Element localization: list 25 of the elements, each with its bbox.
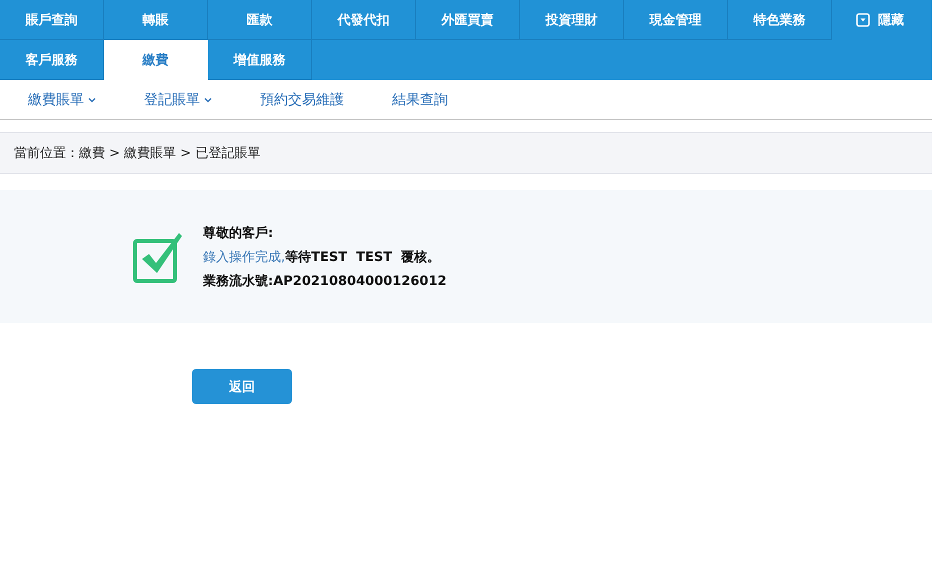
serial-number-text: 業務流水號:AP20210804000126012 — [203, 272, 447, 290]
back-button[interactable]: 返回 — [192, 369, 292, 404]
dropdown-icon — [856, 13, 870, 27]
status-text: 錄入操作完成, — [203, 248, 286, 266]
breadcrumb: 當前位置：繳費 > 繳費賬單 > 已登記賬單 — [14, 145, 260, 162]
nav-tab[interactable]: 繳費 — [104, 40, 208, 80]
nav-tab[interactable]: 外匯買賣 — [416, 0, 520, 40]
nav-tab[interactable]: 客戶服務 — [0, 40, 104, 80]
chevron-down-icon — [204, 96, 212, 102]
nav-tab[interactable]: 投資理財 — [520, 0, 624, 40]
nav-tab[interactable]: 特色業務 — [728, 0, 832, 40]
chevron-down-icon — [88, 96, 96, 102]
greeting-text: 尊敬的客戶: — [203, 224, 274, 242]
nav-tab[interactable]: 賬戶查詢 — [0, 0, 104, 40]
review-text: 等待TEST TEST 覆核。 — [285, 248, 440, 266]
sub-nav-item[interactable]: 繳費賬單 — [28, 90, 96, 108]
sub-nav-item[interactable]: 預約交易維護 — [260, 90, 344, 108]
nav-tab[interactable]: 匯款 — [208, 0, 312, 40]
nav-tab[interactable]: 代發代扣 — [312, 0, 416, 40]
nav-tab[interactable]: 現金管理 — [624, 0, 728, 40]
nav-tab[interactable]: 轉賬 — [104, 0, 208, 40]
nav-tab[interactable]: 增值服務 — [208, 40, 312, 80]
sub-nav-item[interactable]: 結果查詢 — [392, 90, 448, 108]
sub-nav-item[interactable]: 登記賬單 — [144, 90, 212, 108]
checkbox-tick-icon — [133, 230, 183, 282]
